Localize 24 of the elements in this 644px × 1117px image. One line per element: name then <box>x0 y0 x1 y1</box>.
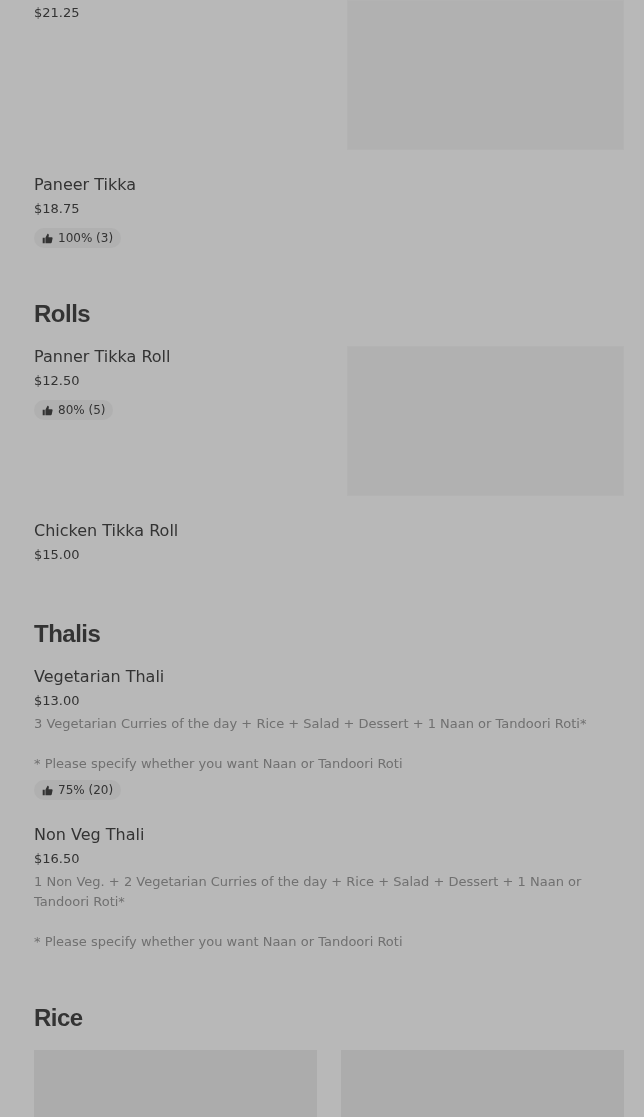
item-name[interactable]: Panner Tikka Roll <box>34 346 171 368</box>
item-description: 1 Non Veg. + 2 Vegetarian Curries of the day + Rice + Salad + Dessert + 1 Naan or Tandoori Roti* <box>34 873 583 911</box>
section-heading: Rolls <box>34 300 92 328</box>
item-price: $15.00 <box>34 546 80 564</box>
item-name[interactable]: Paneer Tikka <box>34 174 136 196</box>
item-price: $13.00 <box>34 692 80 710</box>
item-price: $12.50 <box>34 372 80 390</box>
thumbs-up-icon <box>42 232 53 244</box>
thumbs-up-icon <box>42 784 53 796</box>
thumbs-up-icon <box>42 404 53 416</box>
rating-text: 75% (20) <box>58 783 114 797</box>
item-note: * Please specify whether you want Naan or Tandoori Roti <box>34 933 403 951</box>
item-price: $16.50 <box>34 850 80 868</box>
section-heading: Thalis <box>34 620 102 648</box>
item-price: $18.75 <box>34 200 80 218</box>
rating-text: 80% (5) <box>58 403 106 417</box>
item-price: $21.25 <box>34 4 80 22</box>
item-name[interactable]: Chicken Tikka Roll <box>34 520 179 542</box>
rating-text: 100% (3) <box>58 231 114 245</box>
item-name[interactable]: Non Veg Thali <box>34 824 145 846</box>
item-note: * Please specify whether you want Naan or Tandoori Roti <box>34 755 403 773</box>
item-description: 3 Vegetarian Curries of the day + Rice + Salad + Dessert + 1 Naan or Tandoori Roti* <box>34 715 587 733</box>
section-heading: Rice <box>34 1004 84 1032</box>
item-name[interactable]: Vegetarian Thali <box>34 666 165 688</box>
